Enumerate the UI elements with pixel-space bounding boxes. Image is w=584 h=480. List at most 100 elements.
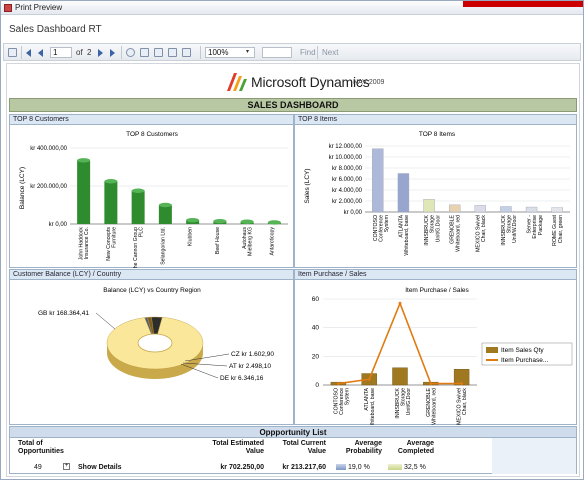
series-point xyxy=(429,382,433,385)
bar-cap xyxy=(131,188,145,193)
top-items-chart: TOP 8 Items Sales (LCY) kr 0,00 kr 2.000,00… xyxy=(304,131,570,256)
bar xyxy=(131,190,145,224)
average-completed: 32,5 % xyxy=(404,464,426,471)
y-axis-label: Balance (LCY) xyxy=(19,167,26,209)
bar xyxy=(474,205,487,213)
report-canvas: Microsoft Dynamics NAV 2009 SALES DASHBO… xyxy=(6,63,580,477)
panel-header: TOP 8 Items xyxy=(295,115,576,125)
panel-header: Item Purchase / Sales xyxy=(295,270,576,280)
x-tick-label: ATLANTAWhiteboard, base xyxy=(364,387,376,425)
separator xyxy=(200,46,201,59)
x-tick-label: The Cannon GroupPLC xyxy=(133,227,145,268)
x-tick-label: Selangorian Ltd. xyxy=(160,227,166,265)
opportunity-title: Oppportunity List xyxy=(10,427,576,438)
y-tick-label: kr 4.000,00 xyxy=(332,188,363,194)
series-point xyxy=(337,382,340,385)
x-tick-label: Server -EnterprisePackage xyxy=(527,215,544,239)
y-axis-label: Sales (LCY) xyxy=(304,168,311,203)
x-tick-label: ATLANTAWhiteboard, base xyxy=(398,214,410,255)
chart-title: Item Purchase / Sales xyxy=(405,287,469,294)
first-page-icon[interactable] xyxy=(26,49,31,57)
bar xyxy=(551,207,563,213)
chart-title: Balance (LCY) vs Country Region xyxy=(103,287,201,294)
completed-bar xyxy=(388,464,402,470)
previous-page-icon[interactable] xyxy=(38,49,43,57)
y-tick-label: kr 6.000,00 xyxy=(332,177,363,183)
bar xyxy=(397,173,410,213)
bar xyxy=(77,160,91,224)
legend: Item Sales Qty Item Purchase... xyxy=(481,342,573,366)
average-probability: 19,0 % xyxy=(348,464,370,471)
x-tick-label: MEXICO SwivelChair, black xyxy=(475,215,487,252)
toolbar: 1 of 2 100% ▾ Find Next xyxy=(3,43,581,61)
page-number-input[interactable]: 1 xyxy=(50,47,72,58)
y-tick-label: 0 xyxy=(315,382,319,389)
opportunity-list: Oppportunity List Total of Opportunities… xyxy=(9,426,577,474)
panel-item-purchase: Item Purchase / Sales Item Purchase / Sa… xyxy=(294,269,577,425)
stop-icon[interactable] xyxy=(126,48,135,57)
total-opportunities-value: 49 xyxy=(34,464,42,471)
dashboard-banner: SALES DASHBOARD xyxy=(9,98,577,112)
print-icon[interactable] xyxy=(140,48,149,57)
logo-subtext: NAV 2009 xyxy=(353,79,385,86)
legend-label: Item Purchase... xyxy=(501,357,549,364)
report-title: Sales Dashboard RT xyxy=(9,24,102,35)
x-tick-label: CONTOSOConferenceSystem xyxy=(333,388,350,415)
of-label: of xyxy=(76,48,83,57)
separator xyxy=(317,46,318,59)
x-tick-label: Klubben xyxy=(188,227,194,246)
pie-hole xyxy=(137,333,173,353)
x-tick-label: John HaddockInsurance Co. xyxy=(79,227,91,261)
last-page-icon[interactable] xyxy=(110,49,115,57)
bar-cap xyxy=(104,179,118,184)
x-tick-label: Antarcticopy xyxy=(269,227,275,256)
window-title: Print Preview xyxy=(15,3,63,12)
y-tick-label: kr 200.000,00 xyxy=(30,184,67,190)
slice-label: GB kr 168.364,41 xyxy=(38,310,89,317)
chart-title: TOP 8 Customers xyxy=(126,131,179,138)
next-link[interactable]: Next xyxy=(322,47,338,58)
item-purchase-chart: Item Purchase / Sales 0 20 40 60 CONTOSOConfe… xyxy=(312,287,573,425)
total-estimated-value: kr 702.250,00 xyxy=(220,464,264,471)
panel-top-customers: TOP 8 Customers TOP 8 Customers Balance (… xyxy=(9,114,294,268)
document-map-icon[interactable] xyxy=(8,48,17,57)
expand-icon[interactable]: + xyxy=(63,463,70,470)
dynamics-logo-icon xyxy=(227,73,247,91)
chart-title: TOP 8 Items xyxy=(419,131,456,138)
slice-label: CZ kr 1.602,90 xyxy=(231,351,274,358)
empty-column xyxy=(492,438,576,474)
panel-top-items: TOP 8 Items TOP 8 Items Sales (LCY) kr 0,0… xyxy=(294,114,577,268)
find-input[interactable] xyxy=(262,47,292,58)
bar xyxy=(372,148,384,213)
app-icon xyxy=(4,4,12,12)
y-tick-label: 40 xyxy=(312,325,320,332)
bar xyxy=(158,205,172,224)
y-tick-label: kr 0,00 xyxy=(49,222,68,228)
bar xyxy=(423,199,435,213)
find-link[interactable]: Find xyxy=(300,47,316,58)
print-preview-window: Print Preview Sales Dashboard RT 1 of 2 … xyxy=(0,0,584,480)
page-setup-icon[interactable] xyxy=(168,48,177,57)
y-tick-label: kr 400.000,00 xyxy=(30,146,67,152)
bar-cap xyxy=(158,202,172,208)
print-layout-icon[interactable] xyxy=(154,48,163,57)
chevron-down-icon[interactable]: ▾ xyxy=(246,47,249,58)
y-tick-label: 60 xyxy=(312,296,320,303)
panel-header: Customer Balance (LCY) / Country xyxy=(10,270,293,280)
x-tick-label: ROME GuestChair, green xyxy=(552,214,564,245)
show-details-link[interactable]: Show Details xyxy=(78,463,122,472)
next-page-icon[interactable] xyxy=(98,49,103,57)
col-average-probability: Average Probability xyxy=(345,440,382,455)
y-tick-label: kr 10.000,00 xyxy=(329,155,363,161)
col-total-opportunities: Total of Opportunities xyxy=(18,440,64,455)
y-tick-label: 20 xyxy=(312,353,320,360)
series-point xyxy=(398,301,402,305)
export-icon[interactable] xyxy=(182,48,191,57)
bar xyxy=(525,206,538,213)
x-tick-label: AutohausMielberg KG xyxy=(242,227,254,256)
bar xyxy=(500,206,512,213)
x-tick-label: Beef House xyxy=(215,227,221,254)
bar-cap xyxy=(267,220,281,225)
series-point xyxy=(460,382,463,385)
x-tick-label: INNSBRUCKStorageUnit/G.Door xyxy=(424,214,441,245)
